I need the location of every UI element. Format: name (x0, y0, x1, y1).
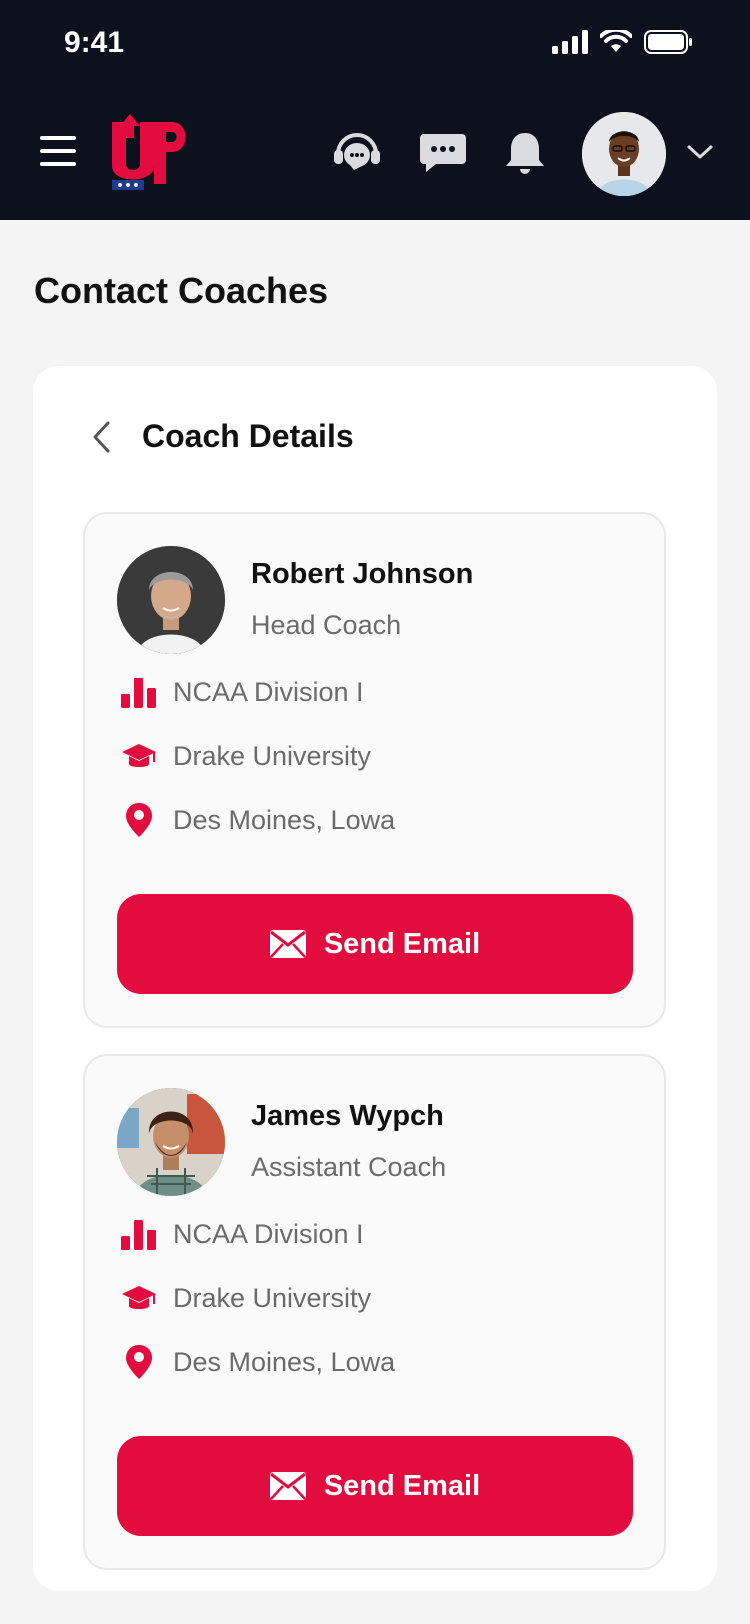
send-email-label: Send Email (323, 927, 481, 960)
page-title: Contact Coaches (34, 270, 329, 311)
school-row: Drake University (119, 736, 371, 776)
location-text: Des Moines, Lowa (173, 804, 396, 835)
status-icons (552, 30, 694, 54)
coach-role: Assistant Coach (251, 1152, 447, 1182)
battery-icon (644, 30, 692, 54)
send-email-button[interactable]: Send Email (117, 1436, 633, 1536)
school-text: Drake University (173, 740, 372, 771)
school-row: Drake University (119, 1278, 371, 1318)
bell-icon[interactable] (500, 130, 550, 176)
chat-icon[interactable] (418, 130, 468, 176)
coach-card: James Wypch Assistant Coach NCAA Divisio… (83, 1054, 666, 1570)
send-email-label: Send Email (323, 1469, 481, 1502)
support-headset-icon[interactable] (332, 130, 382, 176)
send-email-button[interactable]: Send Email (117, 894, 633, 994)
up-logo[interactable] (110, 112, 190, 192)
graduation-cap-icon (119, 736, 159, 776)
division-text: NCAA Division I (173, 676, 364, 707)
coach-name: James Wypch (251, 1100, 444, 1132)
back-arrow-icon[interactable] (90, 420, 114, 454)
section-title: Coach Details (142, 418, 354, 454)
top-bar: 9:41 (0, 0, 750, 220)
chevron-down-icon[interactable] (686, 142, 714, 162)
status-time: 9:41 (64, 26, 125, 59)
mail-icon (269, 1472, 306, 1500)
division-row: NCAA Division I (119, 672, 364, 712)
menu-icon[interactable] (40, 136, 76, 168)
coach-photo (117, 546, 225, 654)
division-chart-icon (119, 672, 159, 712)
location-pin-icon (119, 800, 159, 840)
coach-name: Robert Johnson (251, 558, 474, 590)
division-row: NCAA Division I (119, 1214, 364, 1254)
mail-icon (269, 930, 306, 958)
division-chart-icon (119, 1214, 159, 1254)
signal-icon (552, 30, 588, 54)
coach-card: Robert Johnson Head Coach NCAA Division … (83, 512, 666, 1028)
location-text: Des Moines, Lowa (173, 1346, 396, 1377)
graduation-cap-icon (119, 1278, 159, 1318)
location-pin-icon (119, 1342, 159, 1382)
location-row: Des Moines, Lowa (119, 800, 395, 840)
school-text: Drake University (173, 1282, 372, 1313)
wifi-icon (600, 30, 632, 52)
avatar[interactable] (582, 112, 666, 196)
division-text: NCAA Division I (173, 1218, 364, 1249)
coach-role: Head Coach (251, 610, 402, 640)
coach-photo (117, 1088, 225, 1196)
location-row: Des Moines, Lowa (119, 1342, 395, 1382)
